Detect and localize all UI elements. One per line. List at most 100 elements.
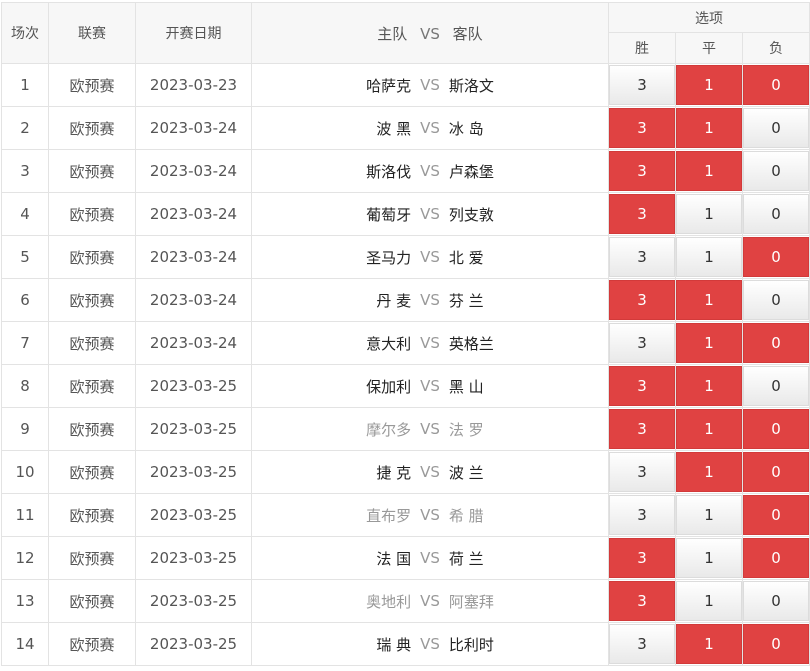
league-name: 欧预赛 (69, 76, 115, 95)
teams-cell: 摩尔多 VS 法 罗 (251, 407, 609, 451)
draw-cell: 1 (675, 106, 743, 150)
league-name: 欧预赛 (69, 119, 115, 138)
draw-cell: 1 (675, 364, 743, 408)
win-option-button[interactable]: 3 (609, 624, 675, 664)
draw-option-button[interactable]: 1 (676, 323, 742, 363)
table-row: 12 欧预赛 2023-03-25 法 国 VS 荷 兰 3 1 0 (1, 536, 810, 580)
vs-label: VS (420, 248, 440, 266)
league-name: 欧预赛 (69, 506, 115, 525)
away-team: 列支敦 (448, 205, 494, 224)
lose-cell: 0 (741, 63, 810, 107)
draw-option-button[interactable]: 1 (676, 624, 742, 664)
draw-option-button[interactable]: 1 (676, 237, 742, 277)
draw-cell: 1 (675, 192, 743, 236)
win-cell: 3 (608, 149, 676, 193)
match-number: 13 (1, 579, 49, 623)
table-row: 14 欧预赛 2023-03-25 瑞 典 VS 比利时 3 1 0 (1, 622, 810, 666)
draw-option-button[interactable]: 1 (676, 495, 742, 535)
home-team: 摩尔多 (366, 420, 412, 439)
draw-option-button[interactable]: 1 (676, 409, 742, 449)
lose-option-button[interactable]: 0 (743, 237, 810, 277)
lose-option-button[interactable]: 0 (743, 452, 810, 492)
league-cell: 欧预赛 (48, 407, 136, 451)
home-team: 捷 克 (376, 463, 412, 482)
home-team: 斯洛伐 (366, 162, 412, 181)
match-number: 6 (1, 278, 49, 322)
header-draw: 平 (675, 32, 743, 64)
league-cell: 欧预赛 (48, 364, 136, 408)
lose-option-button[interactable]: 0 (743, 624, 810, 664)
match-teams: 保加利 VS 黑 山 (252, 376, 608, 397)
win-option-button[interactable]: 3 (609, 495, 675, 535)
lose-option-button[interactable]: 0 (743, 409, 810, 449)
date-cell: 2023-03-24 (135, 106, 252, 150)
lose-option-button[interactable]: 0 (743, 65, 810, 105)
draw-option-button[interactable]: 1 (676, 452, 742, 492)
teams-cell: 捷 克 VS 波 兰 (251, 450, 609, 494)
teams-cell: 法 国 VS 荷 兰 (251, 536, 609, 580)
draw-cell: 1 (675, 450, 743, 494)
win-option-button[interactable]: 3 (609, 65, 675, 105)
win-cell: 3 (608, 407, 676, 451)
table-row: 3 欧预赛 2023-03-24 斯洛伐 VS 卢森堡 3 1 0 (1, 149, 810, 193)
away-team: 阿塞拜 (448, 592, 494, 611)
lose-option-button[interactable]: 0 (743, 194, 810, 234)
lose-cell: 0 (741, 536, 810, 580)
match-date: 2023-03-24 (149, 119, 238, 137)
league-cell: 欧预赛 (48, 321, 136, 365)
draw-option-button[interactable]: 1 (676, 538, 742, 578)
match-number: 1 (1, 63, 49, 107)
lose-option-button[interactable]: 0 (743, 151, 810, 191)
win-option-button[interactable]: 3 (609, 538, 675, 578)
draw-option-button[interactable]: 1 (676, 65, 742, 105)
table-row: 8 欧预赛 2023-03-25 保加利 VS 黑 山 3 1 0 (1, 364, 810, 408)
vs-label: VS (420, 334, 440, 352)
lose-option-button[interactable]: 0 (743, 108, 810, 148)
win-option-button[interactable]: 3 (609, 108, 675, 148)
lose-option-button[interactable]: 0 (743, 280, 810, 320)
win-cell: 3 (608, 450, 676, 494)
header-away: 客队 (452, 24, 483, 43)
win-option-button[interactable]: 3 (609, 323, 675, 363)
match-number: 10 (1, 450, 49, 494)
lose-option-button[interactable]: 0 (743, 366, 810, 406)
match-date: 2023-03-25 (149, 506, 238, 524)
win-option-button[interactable]: 3 (609, 194, 675, 234)
win-option-button[interactable]: 3 (609, 409, 675, 449)
vs-label: VS (420, 119, 440, 137)
match-number-text: 7 (20, 334, 30, 352)
win-cell: 3 (608, 622, 676, 666)
table-header: 场次 联赛 开赛日期 主队 VS 客队 选项 胜 平 负 (1, 2, 810, 64)
away-team: 斯洛文 (448, 76, 494, 95)
draw-option-button[interactable]: 1 (676, 581, 742, 621)
vs-label: VS (420, 635, 440, 653)
draw-option-button[interactable]: 1 (676, 194, 742, 234)
header-lose: 负 (741, 32, 810, 64)
draw-option-button[interactable]: 1 (676, 280, 742, 320)
lose-option-button[interactable]: 0 (743, 495, 810, 535)
league-cell: 欧预赛 (48, 493, 136, 537)
match-number-text: 10 (15, 463, 35, 481)
header-win: 胜 (608, 32, 676, 64)
win-option-button[interactable]: 3 (609, 452, 675, 492)
draw-option-button[interactable]: 1 (676, 366, 742, 406)
draw-cell: 1 (675, 321, 743, 365)
match-teams: 波 黑 VS 冰 岛 (252, 118, 608, 139)
win-option-button[interactable]: 3 (609, 366, 675, 406)
away-team: 芬 兰 (448, 291, 484, 310)
date-cell: 2023-03-25 (135, 364, 252, 408)
away-team: 荷 兰 (448, 549, 484, 568)
lose-option-button[interactable]: 0 (743, 538, 810, 578)
lose-option-button[interactable]: 0 (743, 323, 810, 363)
draw-cell: 1 (675, 622, 743, 666)
draw-cell: 1 (675, 235, 743, 279)
lose-option-button[interactable]: 0 (743, 581, 810, 621)
draw-option-button[interactable]: 1 (676, 108, 742, 148)
lose-cell: 0 (741, 278, 810, 322)
win-option-button[interactable]: 3 (609, 237, 675, 277)
win-option-button[interactable]: 3 (609, 280, 675, 320)
draw-option-button[interactable]: 1 (676, 151, 742, 191)
win-option-button[interactable]: 3 (609, 151, 675, 191)
win-option-button[interactable]: 3 (609, 581, 675, 621)
home-team: 直布罗 (366, 506, 412, 525)
